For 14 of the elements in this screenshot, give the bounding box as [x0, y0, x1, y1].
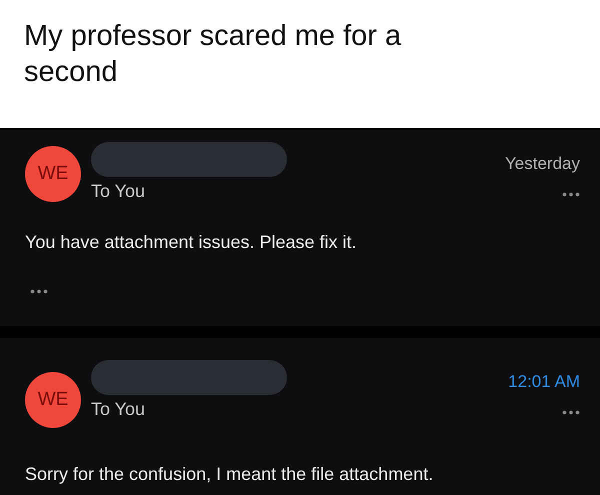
message-body: You have attachment issues. Please fix it. — [25, 232, 357, 253]
caption: My professor scared me for a second — [24, 19, 402, 90]
message-body: Sorry for the confusion, I meant the file attachment. — [25, 464, 434, 485]
timestamp: 12:01 AM — [508, 372, 580, 392]
recipient-label: To You — [91, 181, 146, 202]
avatar: WE — [25, 372, 81, 428]
email-card[interactable]: WE To You 12:01 AM Sorry for the confusion, I meant the file attachment. — [0, 338, 600, 495]
recipient-label: To You — [91, 399, 146, 420]
timestamp: Yesterday — [505, 154, 580, 174]
more-icon[interactable] — [562, 192, 580, 197]
email-card[interactable]: WE To You Yesterday You have attachment issues. Please fix it. — [0, 130, 600, 326]
avatar: WE — [25, 146, 81, 202]
more-icon[interactable] — [562, 410, 580, 415]
ellipsis-icon[interactable] — [30, 289, 48, 294]
